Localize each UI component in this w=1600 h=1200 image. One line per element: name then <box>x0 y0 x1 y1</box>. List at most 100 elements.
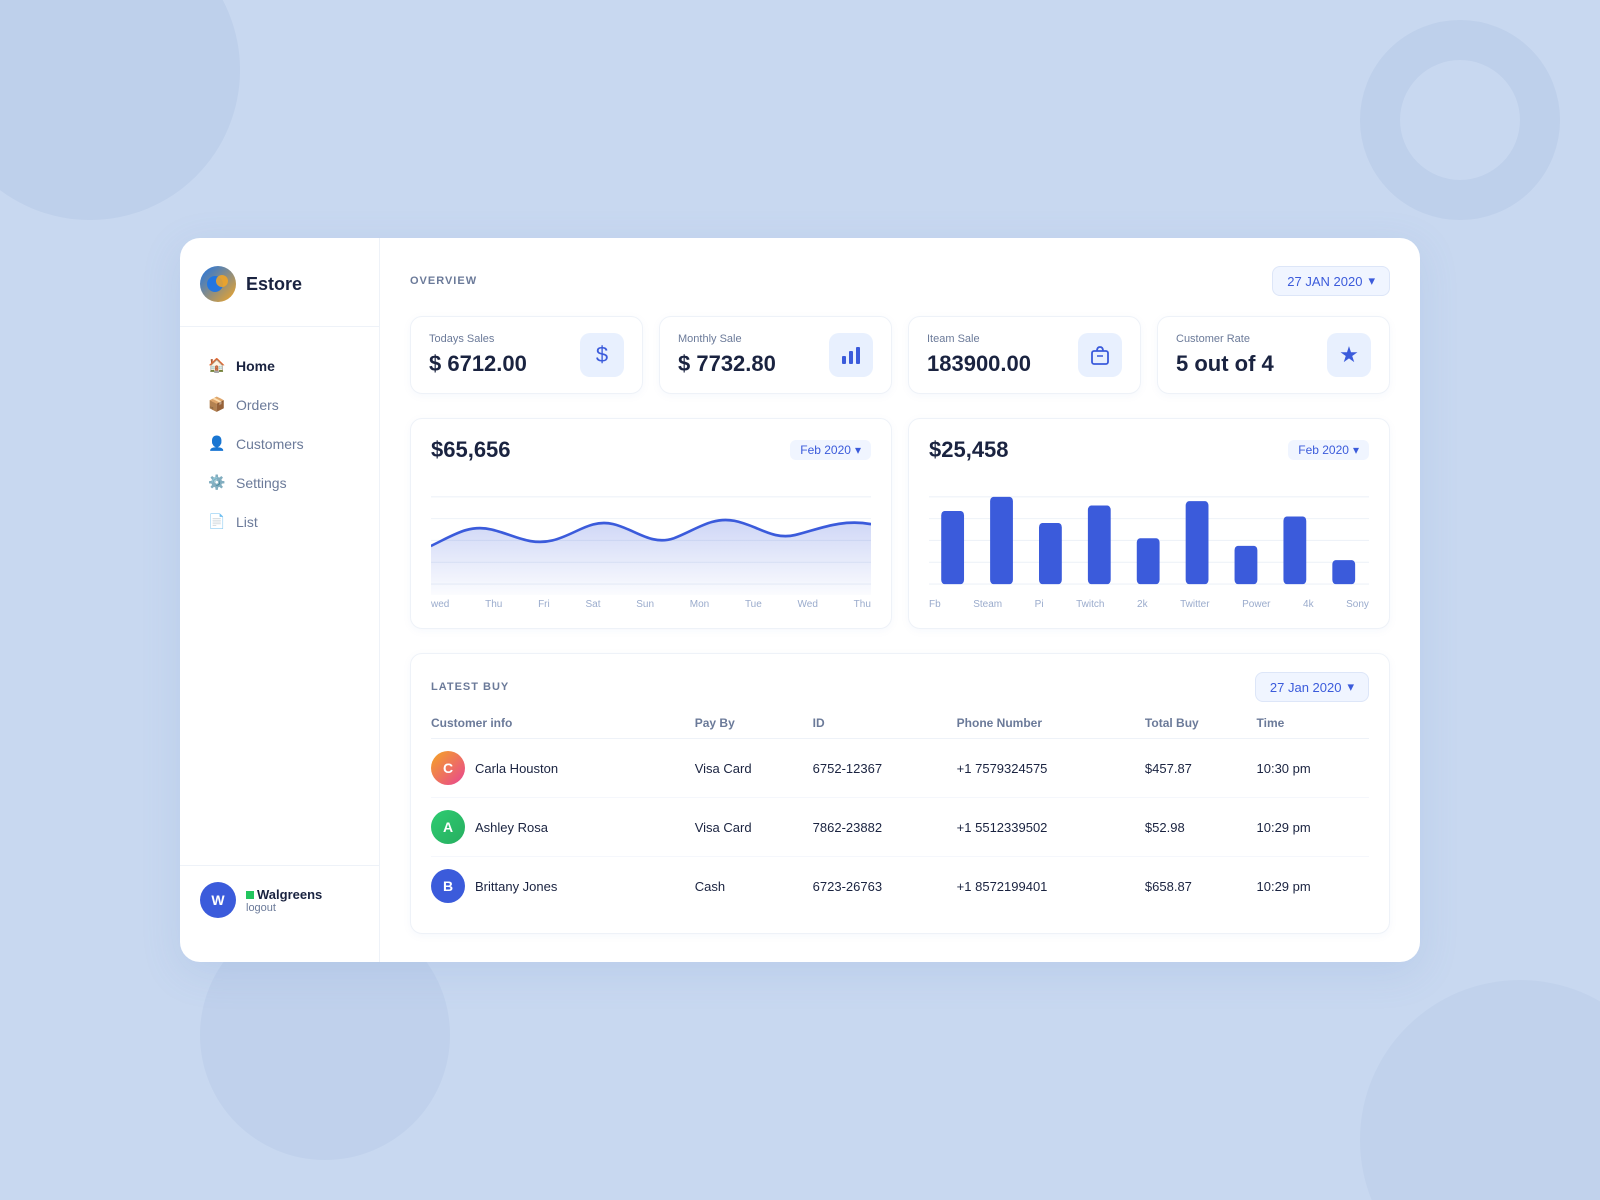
app-name: Estore <box>246 274 302 295</box>
time-cell: 10:29 pm <box>1257 857 1370 916</box>
sidebar-item-customers[interactable]: 👤 Customers <box>188 425 371 462</box>
table-header-row: LATEST BUY 27 Jan 2020 ▾ <box>431 672 1369 702</box>
customer-name: Ashley Rosa <box>475 820 548 835</box>
table-row: C Carla Houston Visa Card 6752-12367 +1 … <box>431 739 1369 798</box>
online-indicator <box>246 891 254 899</box>
col-customer: Customer info <box>431 716 695 739</box>
sales-by-add-value: $25,458 <box>929 437 1009 463</box>
item-sale-value: 183900.00 <box>927 351 1031 377</box>
sales-by-add-card: $25,458 Feb 2020 ▾ <box>908 418 1390 629</box>
sidebar-item-orders[interactable]: 📦 Orders <box>188 386 371 423</box>
col-id: ID <box>813 716 957 739</box>
table-header: Customer info Pay By ID Phone Number Tot… <box>431 716 1369 739</box>
chevron-down-icon: ▾ <box>1353 443 1359 457</box>
customer-name: Brittany Jones <box>475 879 557 894</box>
list-icon: 📄 <box>208 513 226 530</box>
today-sales-value: $ 6712.00 <box>429 351 527 377</box>
id-cell: 6723-26763 <box>813 857 957 916</box>
id-cell: 7862-23882 <box>813 798 957 857</box>
monthly-sale-value: $ 7732.80 <box>678 351 776 377</box>
phone-cell: +1 5512339502 <box>957 798 1145 857</box>
time-cell: 10:30 pm <box>1257 739 1370 798</box>
phone-cell: +1 8572199401 <box>957 857 1145 916</box>
settings-icon: ⚙️ <box>208 474 226 491</box>
line-chart-area <box>431 475 871 595</box>
star-icon-box: ★ <box>1327 333 1371 377</box>
sidebar-item-home[interactable]: 🏠 Home <box>188 347 371 384</box>
total-cell: $658.87 <box>1145 857 1257 916</box>
bag-icon-box <box>1078 333 1122 377</box>
shopping-bag-icon <box>1089 344 1111 366</box>
dollar-icon-box: $ <box>580 333 624 377</box>
date-filter[interactable]: 27 JAN 2020 ▾ <box>1272 266 1390 296</box>
content-header: OVERVIEW 27 JAN 2020 ▾ <box>410 266 1390 296</box>
user-avatar: W <box>200 882 236 918</box>
monthly-sale-label: Monthly Sale <box>678 333 776 345</box>
pay-by-cell: Visa Card <box>695 798 813 857</box>
sales-by-add-period[interactable]: Feb 2020 ▾ <box>1288 440 1369 460</box>
sidebar-item-settings[interactable]: ⚙️ Settings <box>188 464 371 501</box>
customer-name: Carla Houston <box>475 761 558 776</box>
user-name: Walgreens <box>246 887 322 902</box>
sidebar: Estore 🏠 Home 📦 Orders 👤 Customers ⚙️ Se… <box>180 238 380 962</box>
col-total: Total Buy <box>1145 716 1257 739</box>
latest-buy-label: LATEST BUY <box>431 681 509 693</box>
total-cell: $52.98 <box>1145 798 1257 857</box>
customer-cell: C Carla Houston <box>431 739 695 798</box>
line-chart-xaxis: wed Thu Fri Sat Sun Mon Tue Wed Thu <box>431 599 871 610</box>
main-card: Estore 🏠 Home 📦 Orders 👤 Customers ⚙️ Se… <box>180 238 1420 962</box>
stat-card-rate: Customer Rate 5 out of 4 ★ <box>1157 316 1390 394</box>
logo-icon <box>200 266 236 302</box>
dollar-icon: $ <box>596 342 608 368</box>
customer-cell: B Brittany Jones <box>431 857 695 916</box>
table-row: A Ashley Rosa Visa Card 7862-23882 +1 55… <box>431 798 1369 857</box>
col-payby: Pay By <box>695 716 813 739</box>
bar-chart-icon <box>840 344 862 366</box>
overview-label: OVERVIEW <box>410 275 477 287</box>
time-cell: 10:29 pm <box>1257 798 1370 857</box>
latest-buy-section: LATEST BUY 27 Jan 2020 ▾ Customer info P… <box>410 653 1390 934</box>
latest-buy-table: Customer info Pay By ID Phone Number Tot… <box>431 716 1369 915</box>
customer-avatar: B <box>431 869 465 903</box>
table-body: C Carla Houston Visa Card 6752-12367 +1 … <box>431 739 1369 916</box>
table-row: B Brittany Jones Cash 6723-26763 +1 8572… <box>431 857 1369 916</box>
customer-rate-value: 5 out of 4 <box>1176 351 1274 377</box>
chart-header-overview: $65,656 Feb 2020 ▾ <box>431 437 871 463</box>
sidebar-nav: 🏠 Home 📦 Orders 👤 Customers ⚙️ Settings … <box>180 347 379 542</box>
logo-area: Estore <box>180 266 379 327</box>
logout-link[interactable]: logout <box>246 902 322 914</box>
sales-overview-card: $65,656 Feb 2020 ▾ <box>410 418 892 629</box>
chevron-down-icon: ▾ <box>1347 679 1354 695</box>
sales-overview-value: $65,656 <box>431 437 511 463</box>
stat-cards: Todays Sales $ 6712.00 $ Monthly Sale $ … <box>410 316 1390 394</box>
phone-cell: +1 7579324575 <box>957 739 1145 798</box>
customer-avatar: C <box>431 751 465 785</box>
id-cell: 6752-12367 <box>813 739 957 798</box>
stat-card-item: Iteam Sale 183900.00 <box>908 316 1141 394</box>
orders-icon: 📦 <box>208 396 226 413</box>
table-date-filter[interactable]: 27 Jan 2020 ▾ <box>1255 672 1369 702</box>
sidebar-item-list[interactable]: 📄 List <box>188 503 371 540</box>
charts-row: $65,656 Feb 2020 ▾ <box>410 418 1390 629</box>
stat-card-monthly: Monthly Sale $ 7732.80 <box>659 316 892 394</box>
today-sales-label: Todays Sales <box>429 333 527 345</box>
line-chart-svg <box>431 475 871 595</box>
item-sale-label: Iteam Sale <box>927 333 1031 345</box>
chevron-down-icon: ▾ <box>855 443 861 457</box>
customer-avatar: A <box>431 810 465 844</box>
col-phone: Phone Number <box>957 716 1145 739</box>
bar-chart-svg <box>929 475 1369 595</box>
user-info: Walgreens logout <box>246 887 322 914</box>
stat-card-today: Todays Sales $ 6712.00 $ <box>410 316 643 394</box>
bar-chart-area <box>929 475 1369 595</box>
chevron-down-icon: ▾ <box>1368 273 1375 289</box>
main-content: OVERVIEW 27 JAN 2020 ▾ Todays Sales $ 67… <box>380 238 1420 962</box>
customers-icon: 👤 <box>208 435 226 452</box>
total-cell: $457.87 <box>1145 739 1257 798</box>
chart-icon-box <box>829 333 873 377</box>
star-icon: ★ <box>1339 342 1359 368</box>
home-icon: 🏠 <box>208 357 226 374</box>
sales-overview-period[interactable]: Feb 2020 ▾ <box>790 440 871 460</box>
bar-chart-xaxis: Fb Steam Pi Twitch 2k Twitter Power 4k S… <box>929 599 1369 610</box>
chart-header-add: $25,458 Feb 2020 ▾ <box>929 437 1369 463</box>
